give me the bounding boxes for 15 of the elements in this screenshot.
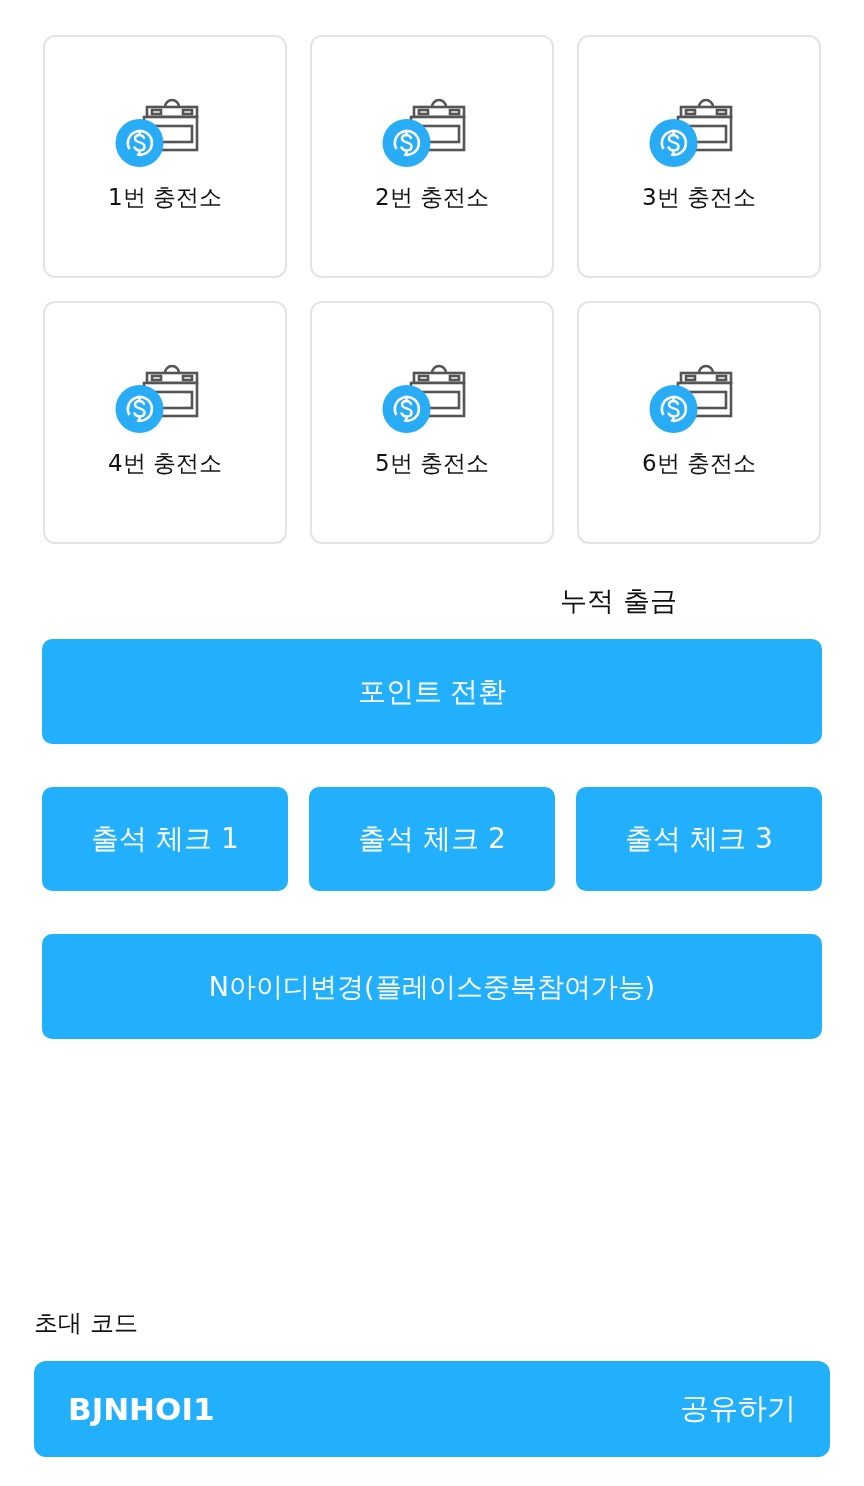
withdrawal-label: 누적 출금 — [560, 584, 677, 618]
station-button[interactable]: 2번 충전소 — [310, 35, 554, 278]
invite-code-label: 초대 코드 — [34, 1308, 138, 1339]
invite-code: BJNHOI1 — [68, 1391, 215, 1427]
station-button[interactable]: 1번 충전소 — [43, 35, 287, 278]
station-button[interactable]: 5번 충전소 — [310, 301, 554, 544]
station-button[interactable]: 6번 충전소 — [577, 301, 821, 544]
cash-register-icon — [114, 98, 199, 168]
cash-register-icon — [381, 364, 466, 434]
cash-register-icon — [648, 98, 733, 168]
cash-register-icon — [381, 98, 466, 168]
cash-register-icon — [114, 364, 199, 434]
station-button[interactable]: 3번 충전소 — [577, 35, 821, 278]
cash-register-icon — [648, 364, 733, 434]
station-button[interactable]: 4번 충전소 — [43, 301, 287, 544]
